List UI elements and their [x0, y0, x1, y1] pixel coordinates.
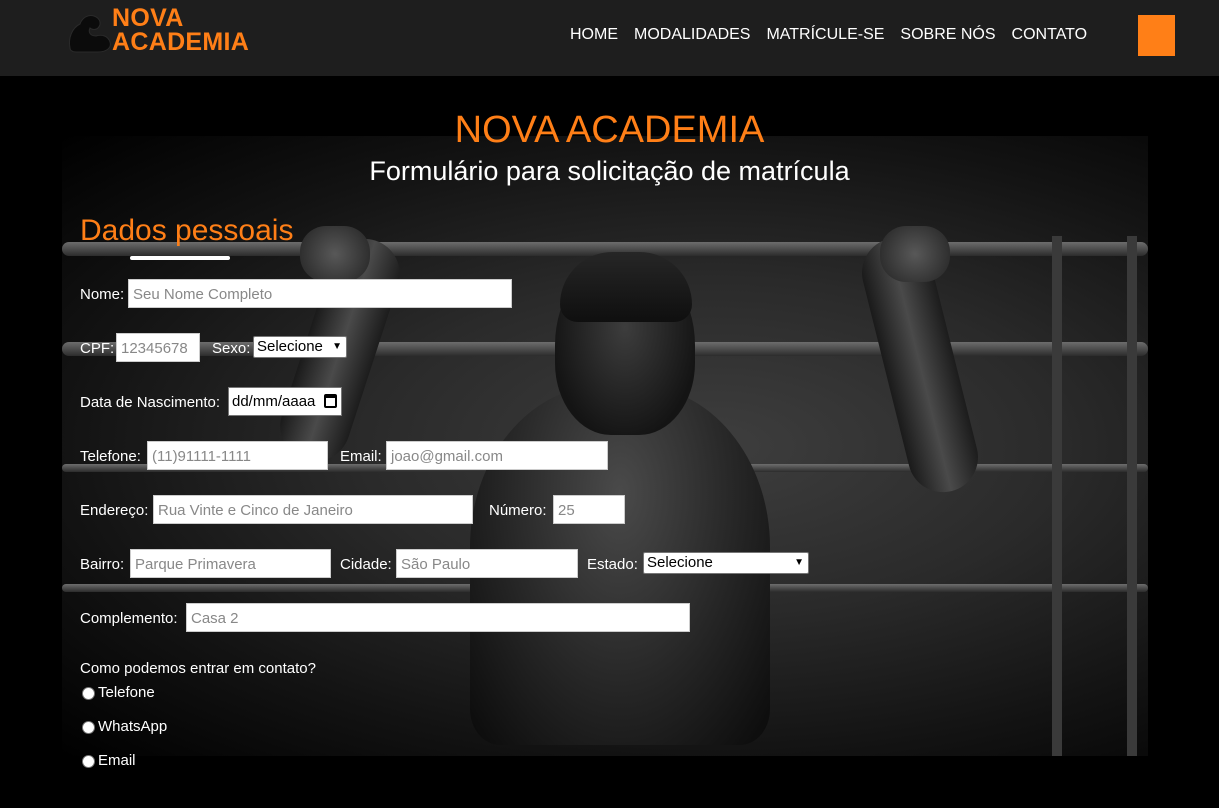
sexo-select[interactable]: Selecione ▼: [253, 336, 347, 358]
menu-toggle-button[interactable]: [1138, 15, 1175, 56]
nome-label: Nome:: [80, 286, 125, 303]
cidade-label: Cidade:: [340, 556, 392, 573]
brand-name: NOVA ACADEMIA: [112, 4, 250, 56]
radio-label: Telefone: [98, 684, 155, 701]
email-input[interactable]: joao@gmail.com: [386, 441, 608, 470]
brand-line-1: NOVA: [112, 4, 184, 32]
nav-menu: HOME MODALIDADES MATRÍCULE-SE SOBRE NÓS …: [570, 24, 1103, 48]
brand-logo[interactable]: NOVA ACADEMIA: [66, 6, 256, 58]
radio-label: Email: [98, 752, 136, 769]
telefone-input[interactable]: (11)91111-1111: [147, 441, 328, 470]
telefone-label: Telefone:: [80, 448, 141, 465]
nascimento-label: Data de Nascimento:: [80, 394, 221, 411]
estado-label: Estado:: [587, 556, 638, 573]
section-underline: [130, 256, 230, 260]
left-hand-shape: [300, 226, 370, 282]
numero-input[interactable]: 25: [553, 495, 625, 524]
estado-select-value: Selecione: [647, 554, 713, 571]
complemento-label: Complemento:: [80, 610, 178, 627]
sexo-label: Sexo:: [212, 340, 251, 357]
cpf-input[interactable]: 12345678: [116, 333, 200, 362]
nav-sobre-nos[interactable]: SOBRE NÓS: [900, 24, 995, 48]
chevron-down-icon: ▼: [794, 557, 804, 568]
contato-option-telefone[interactable]: Telefone: [80, 683, 155, 703]
flexed-arm-icon: [69, 15, 111, 53]
nav-home[interactable]: HOME: [570, 24, 618, 48]
radio-button[interactable]: [82, 720, 95, 734]
right-hand-shape: [880, 226, 950, 282]
nav-matricule-se[interactable]: MATRÍCULE-SE: [766, 24, 884, 48]
page-subtitle: Formulário para solicitação de matrícula: [369, 156, 850, 186]
section-title: Dados pessoais: [80, 214, 294, 247]
bairro-input[interactable]: Parque Primavera: [130, 549, 331, 578]
nav-contato[interactable]: CONTATO: [1012, 24, 1088, 48]
sexo-select-value: Selecione: [257, 338, 323, 355]
cidade-input[interactable]: São Paulo: [396, 549, 578, 578]
navbar: NOVA ACADEMIA HOME MODALIDADES MATRÍCULE…: [0, 0, 1219, 76]
brand-line-2: ACADEMIA: [112, 28, 250, 56]
radio-label: WhatsApp: [98, 718, 168, 735]
numero-label: Número:: [489, 502, 547, 519]
cap-shape: [560, 252, 692, 322]
email-label: Email:: [340, 448, 382, 465]
endereco-input[interactable]: Rua Vinte e Cinco de Janeiro: [153, 495, 473, 524]
radio-button[interactable]: [82, 754, 95, 768]
radio-button[interactable]: [82, 686, 95, 700]
page-title: NOVA ACADEMIA: [454, 109, 765, 151]
nome-input[interactable]: Seu Nome Completo: [128, 279, 512, 308]
estado-select[interactable]: Selecione ▼: [643, 552, 809, 574]
contato-option-email[interactable]: Email: [80, 751, 136, 771]
nav-modalidades[interactable]: MODALIDADES: [634, 24, 750, 48]
nascimento-date-value: dd/mm/aaaa: [232, 393, 316, 410]
complemento-input[interactable]: Casa 2: [186, 603, 690, 632]
endereco-label: Endereço:: [80, 502, 149, 519]
contato-question: Como podemos entrar em contato?: [80, 660, 316, 677]
chevron-down-icon: ▼: [332, 341, 342, 352]
contato-option-whatsapp[interactable]: WhatsApp: [80, 717, 167, 737]
nascimento-date-input[interactable]: dd/mm/aaaa: [228, 387, 342, 416]
calendar-icon[interactable]: [324, 394, 337, 408]
cpf-label: CPF:: [80, 340, 115, 357]
bairro-label: Bairro:: [80, 556, 125, 573]
